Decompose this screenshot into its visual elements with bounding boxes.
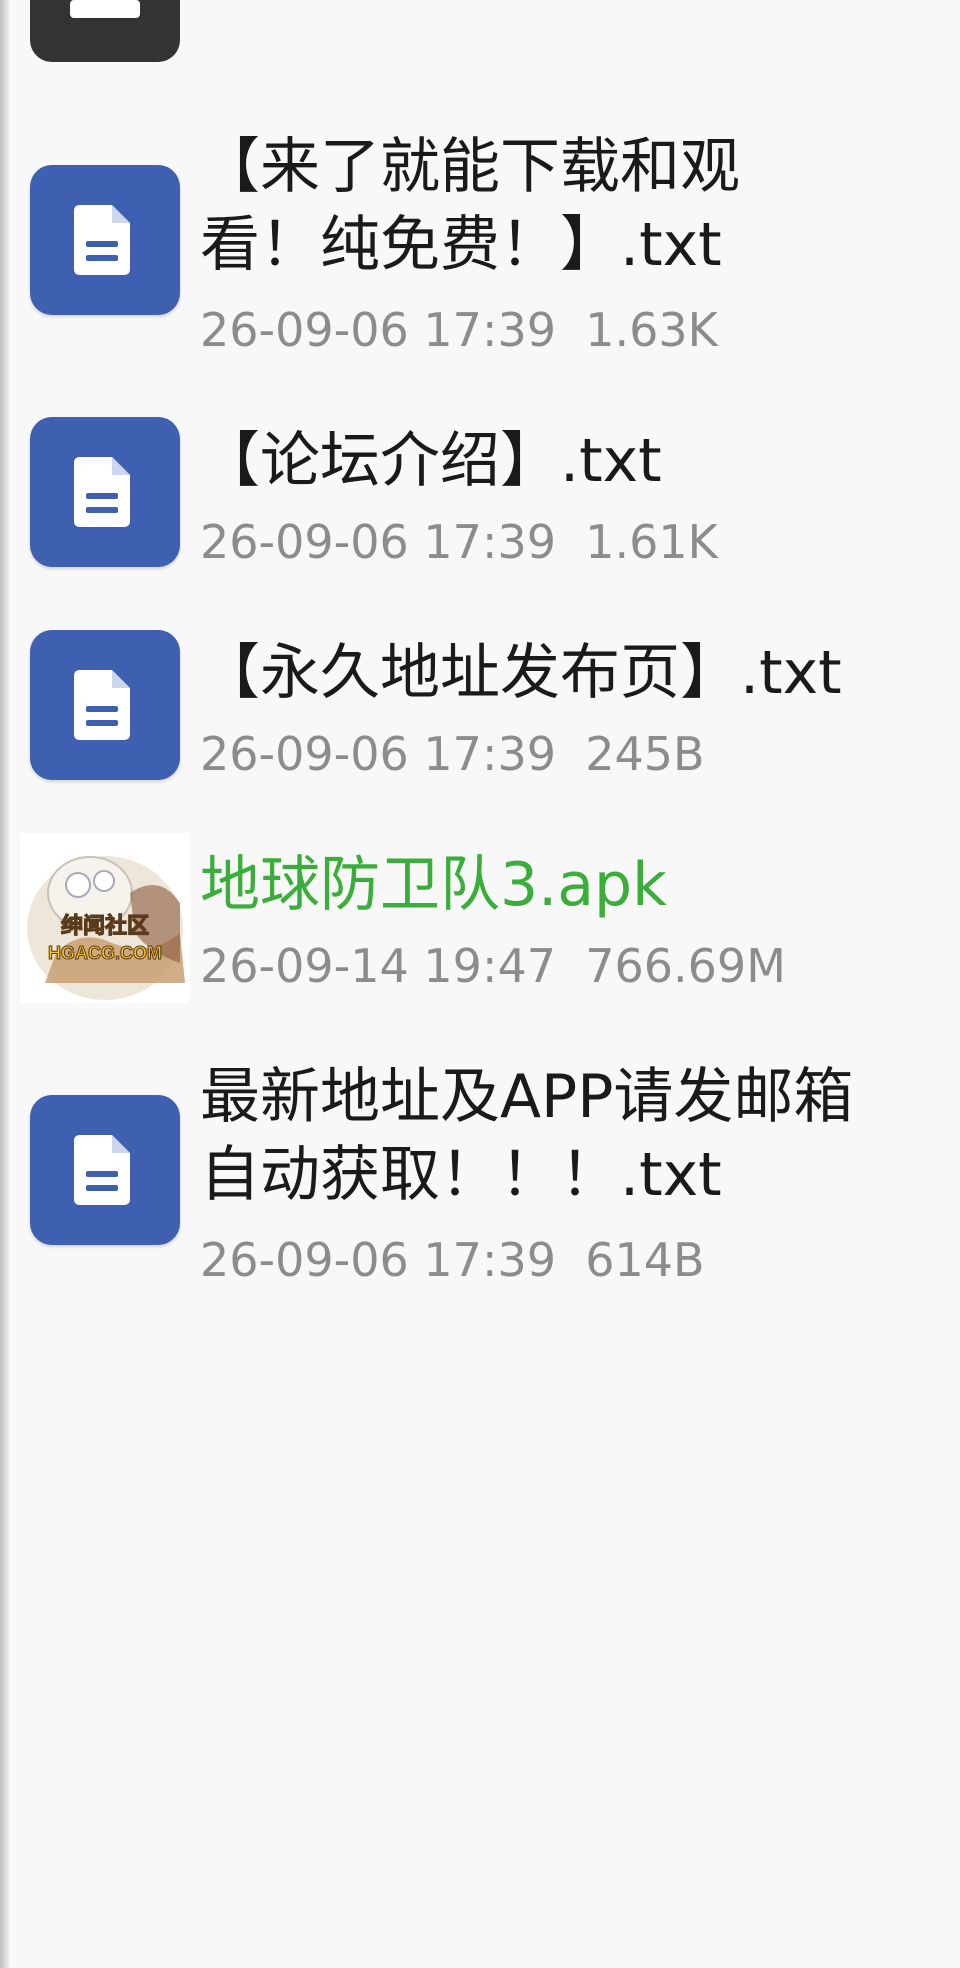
file-name: 【来了就能下载和观看！纯免费！】.txt bbox=[200, 132, 740, 280]
file-size: 614B bbox=[585, 1233, 705, 1287]
document-icon bbox=[30, 165, 180, 315]
document-icon bbox=[30, 630, 180, 780]
thumbnail-logo-text: 绅闻社区 bbox=[61, 913, 149, 938]
scroll-edge-shadow bbox=[0, 0, 9, 1968]
app-thumbnail: 绅闻社区 HGACG.COM bbox=[20, 833, 190, 1003]
file-meta: 26-09-06 17:39 614B bbox=[200, 1232, 705, 1288]
file-name: 【永久地址发布页】.txt bbox=[200, 638, 842, 708]
file-meta: 26-09-14 19:47 766.69M bbox=[200, 938, 786, 994]
file-size: 245B bbox=[585, 727, 705, 781]
document-icon bbox=[30, 417, 180, 567]
file-date: 26-09-14 19:47 bbox=[200, 939, 556, 993]
file-date: 26-09-06 17:39 bbox=[200, 1233, 556, 1287]
file-size: 766.69M bbox=[585, 939, 786, 993]
partial-icon-glyph bbox=[70, 0, 140, 18]
file-date: 26-09-06 17:39 bbox=[200, 727, 556, 781]
file-name: 最新地址及APP请发邮箱自动获取！！！.txt bbox=[200, 1062, 854, 1210]
file-date: 26-09-06 17:39 bbox=[200, 515, 556, 569]
file-name: 地球防卫队3.apk bbox=[200, 850, 667, 920]
file-meta: 26-09-06 17:39 1.63K bbox=[200, 302, 718, 358]
thumbnail-domain-text: HGACG.COM bbox=[48, 943, 162, 963]
document-icon bbox=[30, 1095, 180, 1245]
file-size: 1.63K bbox=[585, 303, 718, 357]
file-size: 1.61K bbox=[585, 515, 718, 569]
file-name: 【论坛介绍】.txt bbox=[200, 426, 662, 496]
file-meta: 26-09-06 17:39 245B bbox=[200, 726, 705, 782]
file-meta: 26-09-06 17:39 1.61K bbox=[200, 514, 718, 570]
partial-file-icon[interactable] bbox=[30, 0, 180, 62]
file-date: 26-09-06 17:39 bbox=[200, 303, 556, 357]
